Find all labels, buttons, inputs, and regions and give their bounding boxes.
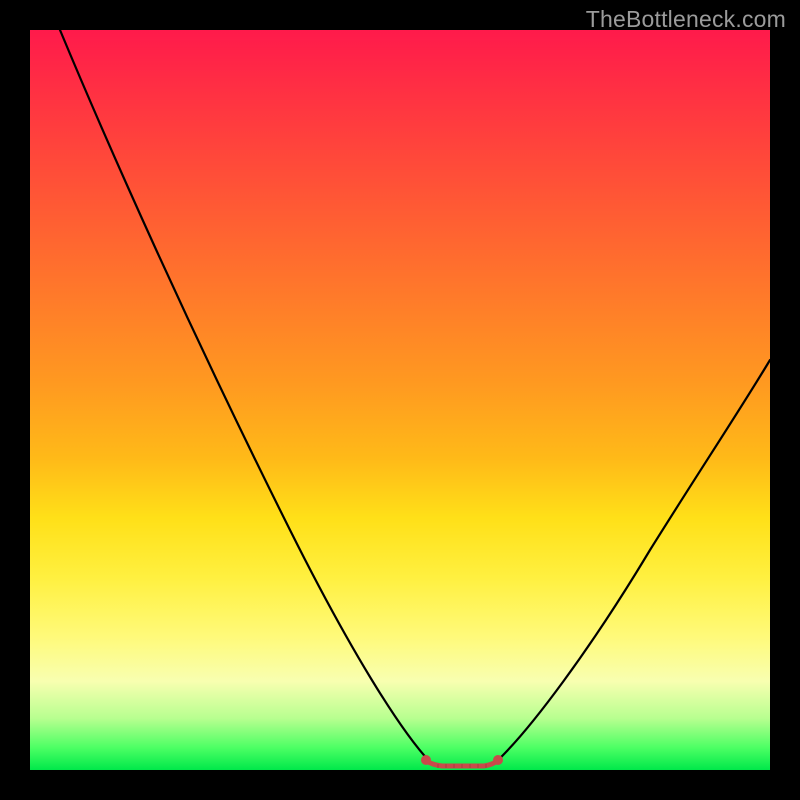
valley-dot-left: [421, 755, 431, 765]
curve-right: [496, 360, 770, 762]
watermark-text: TheBottleneck.com: [586, 6, 786, 33]
chart-frame: TheBottleneck.com: [0, 0, 800, 800]
valley-ticks: [438, 764, 486, 768]
chart-svg: [30, 30, 770, 770]
curve-left: [60, 30, 430, 762]
valley-dot-right: [493, 755, 503, 765]
